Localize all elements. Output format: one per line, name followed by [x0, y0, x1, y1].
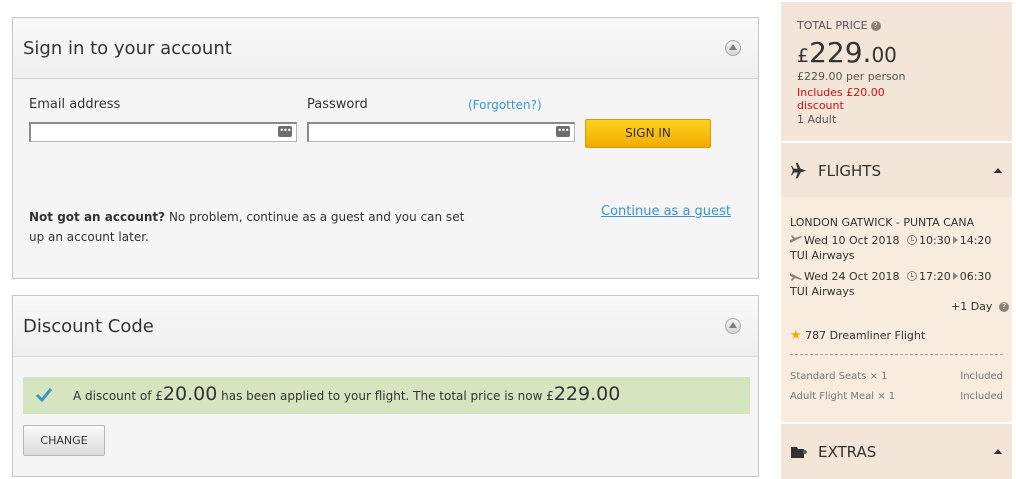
- extra-meal-row: Adult Flight Meal × 1 Included: [790, 391, 1003, 402]
- price-box: TOTAL PRICE? £229.00 £229.00 per person …: [781, 2, 1012, 141]
- extra-value: Included: [960, 391, 1003, 402]
- discount-total: 229.00: [553, 383, 621, 405]
- flights-section-header[interactable]: FLIGHTS: [781, 141, 1012, 197]
- price-integer: 229.: [809, 36, 872, 69]
- extra-label: Adult Flight Meal × 1: [790, 391, 896, 402]
- flights-details: LONDON GATWICK - PUNTA CANA Wed 10 Oct 2…: [781, 197, 1012, 422]
- arrow-icon: [952, 236, 958, 244]
- discount-amount: 20.00: [162, 383, 218, 405]
- extras-section-header[interactable]: EXTRAS: [781, 422, 1012, 478]
- return-date-row: Wed 24 Oct 2018: [790, 270, 899, 283]
- arrow-icon: [952, 272, 958, 280]
- total-price-text: TOTAL PRICE: [797, 19, 868, 32]
- password-manager-icon[interactable]: •••: [556, 126, 570, 137]
- adult-count: 1 Adult: [797, 113, 837, 126]
- forgotten-link[interactable]: (Forgotten?): [468, 98, 542, 112]
- collapse-icon[interactable]: [725, 40, 741, 56]
- discount-header[interactable]: Discount Code: [13, 296, 758, 357]
- outbound-date: Wed 10 Oct 2018: [804, 234, 900, 247]
- aircraft-row: ★ 787 Dreamliner Flight: [790, 328, 925, 343]
- signin-header[interactable]: Sign in to your account: [13, 18, 758, 79]
- discount-note-line2: discount: [797, 99, 844, 112]
- collapse-icon[interactable]: [725, 318, 741, 334]
- clock-icon: [907, 271, 917, 281]
- signin-panel: Sign in to your account Email address Pa…: [12, 17, 759, 279]
- outbound-dep: 10:30: [919, 234, 951, 247]
- email-field[interactable]: •••: [29, 122, 297, 144]
- password-label: Password: [307, 97, 368, 112]
- change-button[interactable]: CHANGE: [23, 425, 105, 456]
- check-icon: [35, 388, 53, 403]
- extra-label: Standard Seats × 1: [790, 371, 888, 382]
- booking-summary-sidebar: TOTAL PRICE? £229.00 £229.00 per person …: [781, 2, 1012, 479]
- discount-title: Discount Code: [23, 316, 154, 337]
- sign-in-button[interactable]: SIGN IN: [585, 119, 711, 148]
- outbound-times: 10:30 14:20: [907, 234, 991, 247]
- email-label: Email address: [29, 97, 121, 112]
- divider: [790, 354, 1003, 355]
- help-icon[interactable]: ?: [998, 302, 1009, 312]
- price-decimal: 00: [871, 43, 897, 67]
- clock-icon: [907, 235, 917, 245]
- discount-note-line1: Includes £20.00: [797, 86, 885, 99]
- plane-icon: [791, 163, 807, 179]
- per-person-price: £229.00 per person: [797, 70, 906, 83]
- total-price-label: TOTAL PRICE?: [797, 19, 881, 32]
- outbound-date-row: Wed 10 Oct 2018: [790, 234, 899, 247]
- extra-seats-row: Standard Seats × 1 Included: [790, 371, 1003, 382]
- outbound-airline: TUI Airways: [790, 249, 855, 262]
- continue-as-guest-link[interactable]: Continue as a guest: [601, 204, 731, 219]
- return-plane-icon: [790, 273, 802, 281]
- outbound-plane-icon: [790, 235, 802, 243]
- discount-applied-notice: A discount of £20.00 has been applied to…: [23, 377, 750, 414]
- return-dep: 17:20: [919, 270, 951, 283]
- guest-info-bold: Not got an account?: [29, 210, 166, 224]
- route: LONDON GATWICK - PUNTA CANA: [790, 216, 975, 229]
- discount-panel: Discount Code A discount of £20.00 has b…: [12, 295, 759, 477]
- extras-title: EXTRAS: [818, 443, 877, 461]
- outbound-arr: 14:20: [959, 234, 992, 247]
- extra-value: Included: [960, 371, 1003, 382]
- return-arr: 06:30: [959, 270, 992, 283]
- return-airline: TUI Airways: [790, 285, 855, 298]
- password-input[interactable]: [309, 126, 574, 144]
- flights-title: FLIGHTS: [818, 162, 881, 180]
- signin-title: Sign in to your account: [23, 38, 232, 59]
- caret-up-icon[interactable]: [994, 449, 1002, 454]
- discount-msg-prefix: A discount of £: [73, 389, 163, 403]
- return-date: Wed 24 Oct 2018: [804, 270, 900, 283]
- total-price: £229.00: [797, 36, 897, 69]
- caret-up-icon[interactable]: [994, 168, 1002, 173]
- email-input[interactable]: [31, 126, 296, 144]
- price-currency: £: [797, 45, 810, 67]
- aircraft-name: 787 Dreamliner Flight: [805, 329, 926, 342]
- help-icon[interactable]: ?: [870, 21, 881, 31]
- discount-msg-middle: has been applied to your flight. The tot…: [217, 389, 554, 403]
- plus-day: +1 Day: [951, 300, 993, 313]
- password-manager-icon[interactable]: •••: [278, 126, 292, 137]
- suitcase-plus-icon: [791, 447, 807, 458]
- password-field[interactable]: •••: [307, 122, 575, 144]
- star-icon: ★: [790, 328, 802, 343]
- guest-info: Not got an account? No problem, continue…: [29, 207, 479, 247]
- discount-message: A discount of £20.00 has been applied to…: [73, 383, 620, 405]
- return-times: 17:20 06:30: [907, 270, 991, 283]
- plus-day-row: +1 Day ?: [951, 300, 1009, 313]
